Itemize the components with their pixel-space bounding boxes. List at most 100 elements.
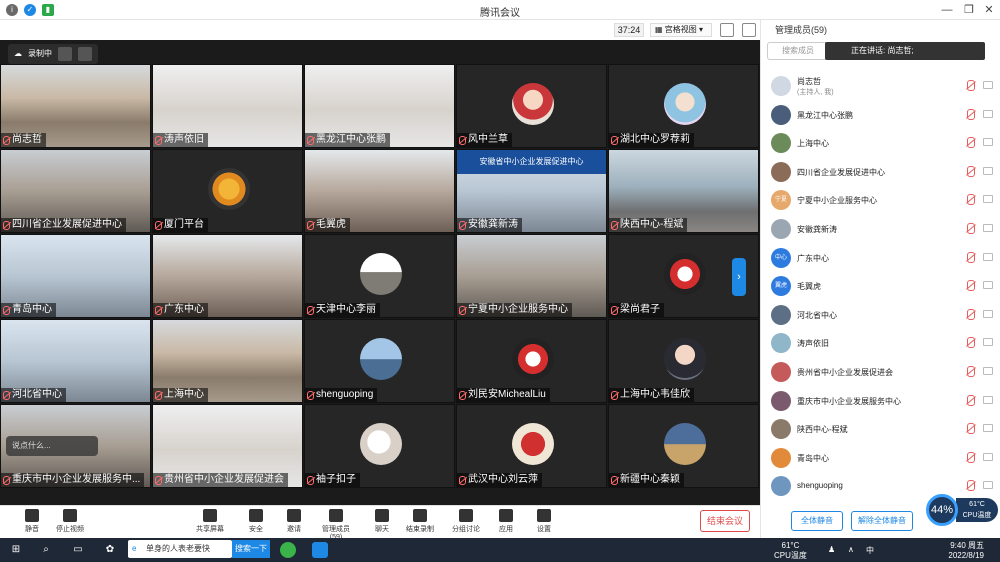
member-video-icon[interactable]	[983, 109, 993, 118]
member-mic-muted-icon[interactable]	[967, 423, 975, 435]
member-mic-muted-icon[interactable]	[967, 108, 975, 120]
member-mic-muted-icon[interactable]	[967, 394, 975, 406]
video-tile[interactable]: 毛翼虎	[304, 149, 455, 233]
video-tile[interactable]: 袖子扣子	[304, 404, 455, 488]
member-mic-muted-icon[interactable]	[967, 337, 975, 349]
tencent-meeting-app-icon[interactable]	[312, 542, 328, 558]
member-row[interactable]: 上海中心	[761, 129, 1000, 157]
taskbar-search-box[interactable]: e 单身的人表老要快	[128, 540, 232, 558]
fullscreen-icon[interactable]	[720, 23, 734, 37]
toolbar-button[interactable]: 停止视频	[50, 508, 90, 538]
toolbar-button[interactable]: 安全	[236, 508, 276, 538]
pause-recording-button[interactable]	[58, 47, 72, 61]
video-tile[interactable]: 风中兰草	[456, 64, 607, 148]
video-tile[interactable]: 武汉中心刘云萍	[456, 404, 607, 488]
video-tile[interactable]: 四川省企业发展促进中心	[0, 149, 151, 233]
member-mic-muted-icon[interactable]	[967, 366, 975, 377]
member-video-icon[interactable]	[983, 281, 993, 290]
member-row[interactable]: 安徽龚新涛	[761, 215, 1000, 243]
taskbar-search-button[interactable]: 搜索一下	[232, 540, 270, 558]
minimize-icon[interactable]: —	[936, 0, 958, 20]
video-tile[interactable]: 上海中心韦佳欣	[608, 319, 759, 403]
next-page-arrow-icon[interactable]: ›	[732, 258, 746, 296]
video-tile[interactable]: shenguoping	[304, 319, 455, 403]
video-tile[interactable]: 涛声依旧	[152, 64, 303, 148]
windows-start-icon[interactable]: ⊞	[8, 542, 24, 558]
member-video-icon[interactable]	[983, 195, 993, 204]
member-video-icon[interactable]	[983, 166, 993, 175]
video-tile[interactable]: 黑龙江中心张鹏	[304, 64, 455, 148]
clock[interactable]: 9:40 周五 2022/8/19	[922, 541, 984, 561]
member-row[interactable]: 陕西中心-程斌	[761, 415, 1000, 443]
member-mic-muted-icon[interactable]	[967, 223, 975, 234]
mute-all-button[interactable]: 全体静音	[791, 511, 843, 531]
member-row[interactable]: 涛声依旧	[761, 329, 1000, 357]
member-mic-muted-icon[interactable]	[967, 194, 975, 206]
toolbar-button[interactable]: 共享屏幕	[190, 508, 230, 538]
tray-people-icon[interactable]: ♟	[828, 545, 835, 554]
member-mic-muted-icon[interactable]	[967, 480, 975, 492]
member-mic-muted-icon[interactable]	[967, 251, 975, 263]
member-mic-muted-icon[interactable]	[967, 280, 975, 292]
toolbar-button[interactable]: 分组讨论	[446, 508, 486, 538]
member-row[interactable]: 四川省企业发展促进中心	[761, 158, 1000, 186]
member-row[interactable]: 重庆市中小企业发展服务中心	[761, 387, 1000, 415]
video-tile[interactable]: 宁夏中小企业服务中心	[456, 234, 607, 318]
member-row[interactable]: 中心 广东中心	[761, 244, 1000, 272]
member-video-icon[interactable]	[983, 367, 993, 375]
member-mic-muted-icon[interactable]	[967, 165, 975, 177]
restore-icon[interactable]: ❐	[958, 0, 980, 20]
toolbar-button[interactable]: 聊天	[362, 508, 402, 538]
member-video-icon[interactable]	[983, 395, 993, 404]
video-tile[interactable]: 广东中心	[152, 234, 303, 318]
member-video-icon[interactable]	[983, 138, 993, 147]
ime-indicator[interactable]: 中	[866, 545, 874, 556]
video-tile[interactable]: 贵州省中小企业发展促进会	[152, 404, 303, 488]
video-tile[interactable]: 刘民安MichealLiu	[456, 319, 607, 403]
view-switch-button[interactable]: ▦ 宫格视图 ▾	[650, 23, 712, 37]
close-icon[interactable]: ✕	[978, 0, 1000, 20]
end-meeting-button[interactable]: 结束会议	[700, 510, 750, 532]
cpu-monitor-widget[interactable]: 61°C CPU温度 44%	[926, 494, 998, 526]
member-row[interactable]: 尚志哲 (主持人, 我)	[761, 72, 1000, 100]
member-mic-muted-icon[interactable]	[967, 451, 975, 463]
toolbar-button[interactable]: 结束录制	[400, 508, 440, 538]
toolbar-button[interactable]: 静音	[12, 508, 52, 538]
video-tile[interactable]: 厦门平台	[152, 149, 303, 233]
video-tile[interactable]: 天津中心李丽	[304, 234, 455, 318]
member-row[interactable]: 青岛中心	[761, 444, 1000, 472]
member-video-icon[interactable]	[983, 424, 993, 433]
toolbar-button[interactable]: 管理成员(59)	[316, 508, 356, 541]
member-row[interactable]: 黑龙江中心张鹏	[761, 101, 1000, 129]
member-video-icon[interactable]	[983, 481, 993, 490]
member-video-icon[interactable]	[983, 224, 993, 232]
member-row[interactable]: 翼虎 毛翼虎	[761, 272, 1000, 300]
video-tile[interactable]: 陕西中心-程斌	[608, 149, 759, 233]
tray-expand-icon[interactable]: ∧	[848, 545, 854, 554]
video-tile[interactable]: 上海中心	[152, 319, 303, 403]
chat-quick-input[interactable]: 说点什么...	[6, 436, 98, 456]
video-tile[interactable]: 湖北中心罗荐莉	[608, 64, 759, 148]
video-tile[interactable]: 安徽省中小企业发展促进中心 安徽龚新涛	[456, 149, 607, 233]
member-row[interactable]: 贵州省中小企业发展促进会	[761, 358, 1000, 386]
member-video-icon[interactable]	[983, 452, 993, 461]
toolbar-button[interactable]: 应用	[486, 508, 526, 538]
side-panel-toggle-icon[interactable]	[742, 23, 756, 37]
video-tile[interactable]: 青岛中心	[0, 234, 151, 318]
member-video-icon[interactable]	[983, 309, 993, 318]
browser-app-icon[interactable]	[280, 542, 296, 558]
search-icon[interactable]: ⌕	[38, 542, 54, 558]
stop-recording-button[interactable]	[78, 47, 92, 61]
video-tile[interactable]: 河北省中心	[0, 319, 151, 403]
member-row[interactable]: 河北省中心	[761, 301, 1000, 329]
unmute-all-button[interactable]: 解除全体静音	[851, 511, 913, 531]
member-video-icon[interactable]	[983, 252, 993, 261]
member-row[interactable]: 宁夏 宁夏中小企业服务中心	[761, 186, 1000, 214]
video-tile[interactable]: 尚志哲	[0, 64, 151, 148]
flower-app-icon[interactable]: ✿	[102, 542, 118, 558]
toolbar-button[interactable]: 设置	[524, 508, 564, 538]
toolbar-button[interactable]: 邀请	[274, 508, 314, 538]
video-tile[interactable]: 新疆中心秦颖	[608, 404, 759, 488]
member-mic-muted-icon[interactable]	[967, 80, 975, 91]
member-mic-muted-icon[interactable]	[967, 137, 975, 149]
